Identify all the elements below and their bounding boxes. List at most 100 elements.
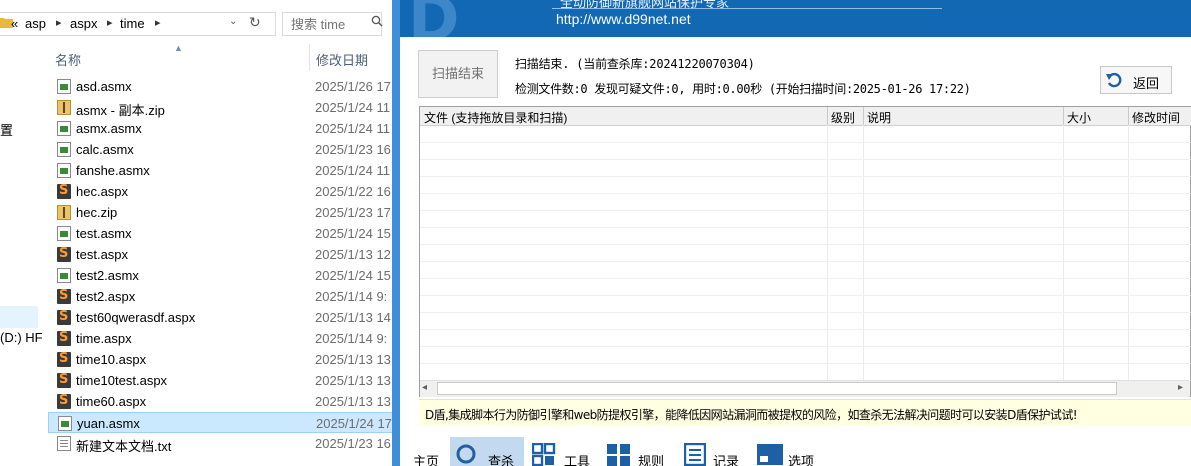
scan-magnifier-icon — [454, 443, 480, 466]
column-description[interactable]: 说明 — [867, 109, 891, 126]
file-name: time.aspx — [76, 331, 132, 346]
horizontal-scrollbar[interactable]: ◂ ▸ — [420, 380, 1190, 397]
file-row[interactable]: test2.aspx 2025/1/14 9: — [48, 286, 392, 307]
nav-rules-label: 规则 — [638, 454, 665, 466]
grid-column-line — [1063, 125, 1064, 381]
chevron-right-icon[interactable]: ▸ — [155, 16, 161, 29]
window-border — [392, 0, 400, 466]
file-row[interactable]: fanshe.asmx 2025/1/24 11 — [48, 160, 392, 181]
column-modified-time[interactable]: 修改时间 — [1132, 109, 1180, 126]
banner-url[interactable]: http://www.d99net.net — [556, 11, 691, 27]
address-bar[interactable]: « asp ▸ aspx ▸ time ▸ ⌄ ↻ — [0, 12, 276, 36]
chevron-right-icon[interactable]: ▸ — [56, 16, 62, 29]
banner-divider — [552, 8, 942, 9]
column-file[interactable]: 文件 (支持拖放目录和扫描) — [424, 109, 567, 126]
back-arrow-icon — [1105, 72, 1123, 91]
file-row[interactable]: time10test.aspx 2025/1/13 13 — [48, 370, 392, 391]
search-input[interactable] — [289, 15, 357, 33]
file-modified-date: 2025/1/22 16 — [315, 184, 391, 199]
nav-item-drive-d[interactable]: (D:) HF — [0, 330, 43, 345]
file-name: asd.asmx — [76, 79, 132, 94]
sort-ascending-icon: ▲ — [174, 43, 183, 53]
file-row[interactable]: test2.asmx 2025/1/24 15 — [48, 265, 392, 286]
info-text: D盾,集成脚本行为防御引擎和web防提权引擎，能降低因网站漏洞而被提权的风险，如… — [425, 408, 1078, 422]
nav-tools[interactable]: 工具 — [530, 437, 594, 466]
column-divider[interactable] — [827, 107, 828, 125]
nav-scan[interactable]: 查杀 — [450, 437, 524, 466]
file-row[interactable]: yuan.asmx 2025/1/24 17 — [48, 412, 392, 433]
file-name: test2.asmx — [76, 268, 139, 283]
column-divider[interactable] — [1063, 107, 1064, 125]
nav-home[interactable]: 主页 — [400, 437, 444, 466]
file-row[interactable]: test60qwerasdf.aspx 2025/1/13 14 — [48, 307, 392, 328]
nav-options[interactable]: 选项 — [754, 437, 818, 466]
file-name: fanshe.asmx — [76, 163, 150, 178]
file-name: hec.aspx — [76, 184, 129, 199]
dshield-logo: D — [408, 0, 460, 37]
scroll-left-icon[interactable]: ◂ — [422, 382, 427, 393]
file-row[interactable]: asmx.asmx 2025/1/24 11 — [48, 118, 392, 139]
sublime-file-icon — [57, 393, 71, 409]
nav-home-label: 主页 — [413, 454, 440, 466]
file-row[interactable]: test.aspx 2025/1/13 12 — [48, 244, 392, 265]
refresh-icon[interactable]: ↻ — [249, 14, 261, 31]
back-button[interactable]: 返回 — [1100, 66, 1172, 94]
column-size[interactable]: 大小 — [1067, 109, 1091, 126]
file-row[interactable]: time.aspx 2025/1/14 9: — [48, 328, 392, 349]
file-row[interactable]: asd.asmx 2025/1/26 17 — [48, 76, 392, 97]
nav-rules[interactable]: 规则 — [604, 437, 668, 466]
file-row[interactable]: time60.aspx 2025/1/13 13 — [48, 391, 392, 412]
grid-row-line — [420, 261, 1191, 262]
file-modified-date: 2025/1/24 15 — [315, 226, 391, 241]
nav-item-settings[interactable]: 置 — [0, 120, 13, 139]
log-icon — [683, 442, 707, 466]
file-row[interactable]: calc.asmx 2025/1/23 16 — [48, 139, 392, 160]
column-level[interactable]: 级别 — [831, 109, 855, 126]
search-icon[interactable] — [371, 15, 383, 30]
file-name: asmx.asmx — [76, 121, 142, 136]
column-divider[interactable] — [309, 44, 310, 71]
chevron-right-icon[interactable]: ▸ — [107, 16, 113, 29]
grid-row-line — [420, 227, 1191, 228]
file-modified-date: 2025/1/23 16 — [315, 142, 391, 157]
file-row[interactable]: test.asmx 2025/1/24 15 — [48, 223, 392, 244]
column-name[interactable]: 名称 — [55, 50, 81, 69]
breadcrumb-aspx[interactable]: aspx — [70, 16, 97, 31]
nav-log[interactable]: 记录 — [682, 437, 746, 466]
table-header: 文件 (支持拖放目录和扫描) 级别 说明 大小 修改时间 — [420, 107, 1191, 126]
grid-row-line — [420, 193, 1191, 194]
file-modified-date: 2025/1/23 17 — [315, 205, 391, 220]
file-row[interactable]: hec.zip 2025/1/23 17 — [48, 202, 392, 223]
breadcrumb-overflow[interactable]: « — [11, 16, 18, 31]
column-divider[interactable] — [863, 107, 864, 125]
file-name: test.aspx — [76, 247, 129, 262]
file-modified-date: 2025/1/14 9: — [315, 289, 388, 304]
text-file-icon — [57, 436, 71, 451]
grid-row-line — [420, 278, 1191, 279]
sublime-file-icon — [57, 330, 71, 346]
bottom-navigation: 主页 查杀 工具 规则 记录 选项 — [400, 437, 1191, 466]
column-divider[interactable] — [1128, 107, 1129, 125]
scan-button[interactable]: 扫描结束 — [418, 50, 498, 98]
breadcrumb-asp[interactable]: asp — [25, 16, 46, 31]
chevron-down-icon[interactable]: ⌄ — [229, 16, 237, 27]
scroll-right-icon[interactable]: ▸ — [1178, 382, 1183, 393]
file-modified-date: 2025/1/24 11 — [315, 163, 390, 178]
file-name: 新建文本文档.txt — [76, 439, 172, 454]
nav-scan-label: 查杀 — [488, 454, 515, 466]
breadcrumb-time[interactable]: time — [120, 16, 145, 31]
sublime-file-icon — [57, 351, 71, 367]
info-bar: D盾,集成脚本行为防御引擎和web防提权引擎，能降低因网站漏洞而被提权的风险，如… — [419, 399, 1191, 426]
scrollbar-thumb[interactable] — [437, 382, 1117, 395]
file-modified-date: 2025/1/13 14 — [315, 310, 391, 325]
sublime-file-icon — [57, 183, 71, 199]
nav-tools-label: 工具 — [564, 454, 591, 466]
file-row[interactable]: time10.aspx 2025/1/13 13 — [48, 349, 392, 370]
file-row[interactable]: hec.aspx 2025/1/22 16 — [48, 181, 392, 202]
column-modified[interactable]: 修改日期 — [316, 50, 368, 69]
file-row[interactable]: 新建文本文档.txt 2025/1/23 16 — [48, 433, 392, 454]
file-row[interactable]: asmx - 副本.zip 2025/1/24 11 — [48, 97, 392, 118]
file-modified-date: 2025/1/24 17 — [316, 416, 392, 431]
file-modified-date: 2025/1/23 16 — [315, 436, 391, 451]
search-box[interactable] — [282, 12, 383, 36]
